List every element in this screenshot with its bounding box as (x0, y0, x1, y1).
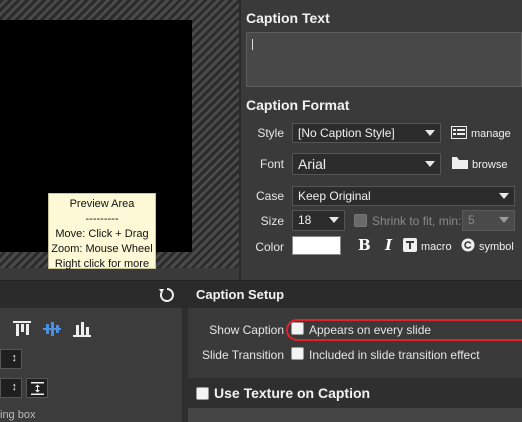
text-cursor (252, 39, 253, 50)
color-label: Color (255, 240, 284, 254)
chevron-down-icon (425, 161, 435, 167)
preview-area[interactable]: Preview Area --------- Move: Click + Dra… (0, 0, 239, 270)
browse-button[interactable]: browse (452, 157, 507, 172)
tooltip-line: Move: Click + Drag (55, 228, 149, 240)
up-down-arrows-icon: ↕ (11, 352, 18, 364)
color-swatch[interactable] (292, 236, 341, 255)
spin-input[interactable]: ↕ (0, 378, 22, 398)
size-select-value: 18 (298, 213, 312, 227)
up-down-arrows-icon: ↕ (11, 381, 18, 393)
macro-label: macro (421, 240, 452, 253)
case-select[interactable]: Keep Original (292, 186, 515, 206)
use-texture-checkbox[interactable] (196, 387, 209, 400)
caption-text-title: Caption Text (246, 10, 330, 26)
text-box-icon (403, 238, 417, 255)
font-select[interactable]: Arial (292, 153, 441, 175)
tooltip-line: Right click for more (54, 258, 150, 270)
chevron-down-icon (499, 193, 509, 199)
preview-tooltip: Preview Area --------- Move: Click + Dra… (48, 193, 156, 270)
size-label: Size (260, 214, 284, 228)
caption-setup-header: Caption Setup (0, 280, 522, 308)
manage-button[interactable]: manage (451, 126, 511, 142)
symbol-button[interactable]: symbol (461, 238, 514, 255)
copyright-icon (461, 238, 475, 255)
browse-label: browse (472, 158, 508, 171)
font-label: Font (259, 157, 284, 171)
style-select[interactable]: [No Caption Style] (292, 123, 441, 143)
manage-label: manage (471, 128, 511, 140)
spin-input[interactable]: ↕ (0, 349, 22, 369)
macro-button[interactable]: macro (403, 238, 452, 255)
highlight-outline (286, 319, 522, 341)
case-select-value: Keep Original (298, 189, 371, 203)
shrink-min-select[interactable]: 5 (462, 210, 515, 231)
caption-text-input[interactable] (246, 32, 522, 87)
show-caption-label: Show Caption (209, 323, 284, 337)
tooltip-line: Zoom: Mouse Wheel (51, 243, 153, 255)
italic-icon[interactable]: I (385, 236, 392, 254)
reset-icon[interactable] (159, 287, 175, 306)
align-top-icon[interactable] (13, 320, 31, 341)
bold-icon[interactable]: B (358, 236, 371, 254)
list-icon (451, 126, 467, 142)
truncated-label: ing box (0, 409, 36, 421)
caption-setup-title: Caption Setup (196, 287, 285, 302)
panel-divider (239, 0, 241, 280)
style-label: Style (257, 126, 284, 140)
font-select-value: Arial (298, 156, 327, 172)
transition-effect-checkbox[interactable] (291, 347, 304, 360)
align-middle-icon[interactable] (43, 320, 61, 341)
caption-format-title: Caption Format (246, 97, 350, 113)
tooltip-line: Preview Area (69, 198, 135, 210)
shrink-min-value: 5 (468, 213, 475, 227)
vertical-spacing-button[interactable] (26, 378, 48, 398)
alignment-panel: ↕ ↕ ing box (0, 308, 182, 422)
chevron-down-icon (425, 130, 435, 136)
texture-section-header: Use Texture on Caption (188, 378, 522, 408)
use-texture-label[interactable]: Use Texture on Caption (214, 385, 370, 401)
chevron-down-icon (329, 217, 339, 223)
transition-effect-label: Included in slide transition effect (309, 348, 480, 362)
symbol-label: symbol (479, 240, 514, 253)
texture-panel (188, 408, 522, 422)
align-bottom-icon[interactable] (73, 320, 91, 341)
style-select-value: [No Caption Style] (298, 126, 395, 140)
slide-transition-label: Slide Transition (201, 348, 284, 362)
size-select[interactable]: 18 (292, 210, 345, 231)
case-label: Case (255, 189, 284, 203)
shrink-to-fit-checkbox[interactable] (354, 214, 367, 227)
chevron-down-icon (499, 217, 509, 223)
shrink-label: Shrink to fit, min: (372, 214, 462, 228)
tooltip-line: --------- (85, 213, 119, 225)
folder-icon (452, 157, 468, 172)
